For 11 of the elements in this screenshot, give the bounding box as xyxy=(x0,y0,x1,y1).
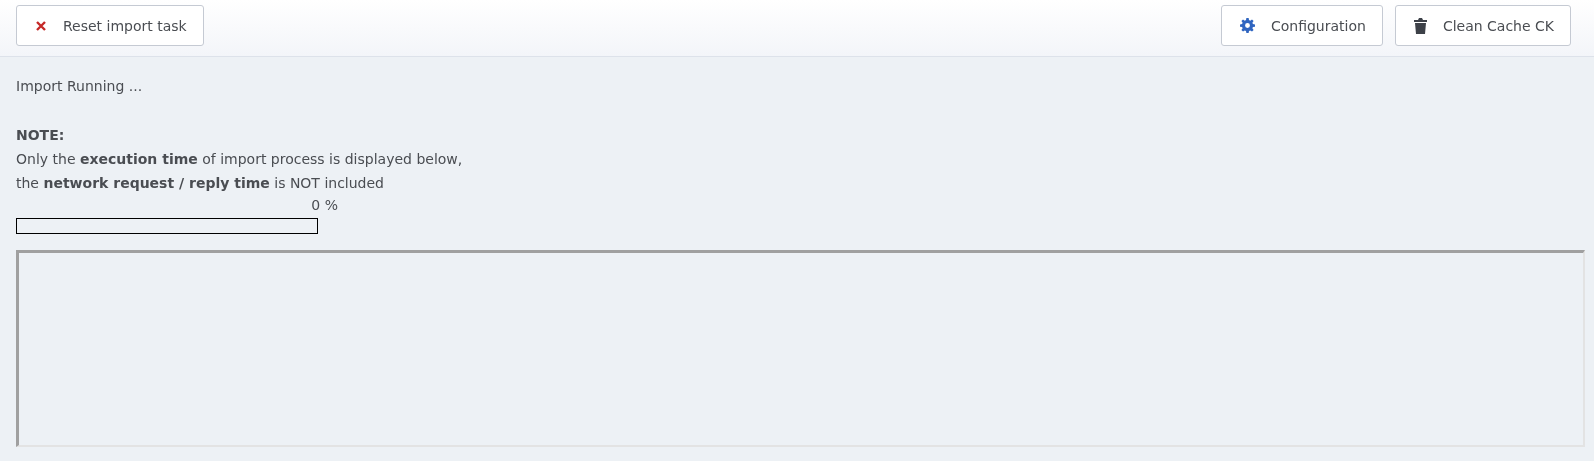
trash-icon xyxy=(1413,17,1427,34)
clean-cache-button[interactable]: Clean Cache CK xyxy=(1394,5,1571,46)
note-text: the network request / reply time is NOT included xyxy=(16,174,385,193)
close-icon xyxy=(35,19,47,32)
progress-reading: 0 % xyxy=(310,196,339,215)
configuration-button[interactable]: Configuration xyxy=(1220,5,1383,46)
note-text: Only the execution time of import process is displayed below, xyxy=(16,150,464,169)
status-text: Import Running ... xyxy=(16,77,144,96)
note-title: NOTE: xyxy=(16,126,66,145)
reset-button[interactable]: Reset import task xyxy=(16,5,204,46)
gear-icon xyxy=(1239,18,1255,33)
